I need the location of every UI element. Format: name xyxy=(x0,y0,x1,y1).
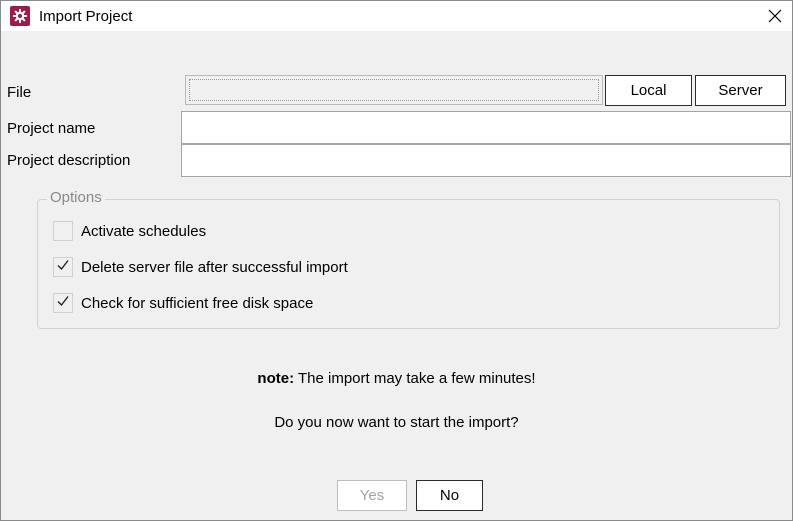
import-project-dialog: Import Project File Local Server Project… xyxy=(0,0,793,521)
project-name-label: Project name xyxy=(7,120,96,137)
activate-schedules-checkbox[interactable] xyxy=(53,221,73,241)
project-description-input[interactable] xyxy=(181,144,791,177)
note-prefix: note: xyxy=(257,370,295,387)
close-icon[interactable] xyxy=(768,9,782,23)
yes-button[interactable]: Yes xyxy=(337,480,407,511)
title-bar: Import Project xyxy=(1,1,792,31)
server-button[interactable]: Server xyxy=(695,75,786,106)
window-title: Import Project xyxy=(39,8,133,25)
note-text: The import may take a few minutes! xyxy=(294,370,536,387)
gear-icon xyxy=(10,6,30,26)
file-label: File xyxy=(7,84,32,101)
project-name-input[interactable] xyxy=(181,111,791,144)
local-button[interactable]: Local xyxy=(605,75,692,106)
activate-schedules-label: Activate schedules xyxy=(81,223,207,240)
check-disk-space-checkbox[interactable] xyxy=(53,293,73,313)
check-icon xyxy=(56,258,70,276)
no-button[interactable]: No xyxy=(416,480,483,511)
project-description-label: Project description xyxy=(7,152,131,169)
delete-server-file-checkbox[interactable] xyxy=(53,257,73,277)
options-legend: Options xyxy=(47,189,105,206)
file-path-field[interactable] xyxy=(185,75,603,105)
close-button[interactable] xyxy=(758,1,792,31)
file-path-focus-rect xyxy=(189,79,599,101)
delete-server-file-label: Delete server file after successful impo… xyxy=(81,259,348,276)
note-message: note: The import may take a few minutes! xyxy=(1,370,792,387)
check-disk-space-label: Check for sufficient free disk space xyxy=(81,295,314,312)
confirm-question: Do you now want to start the import? xyxy=(274,414,519,431)
check-icon xyxy=(56,294,70,312)
